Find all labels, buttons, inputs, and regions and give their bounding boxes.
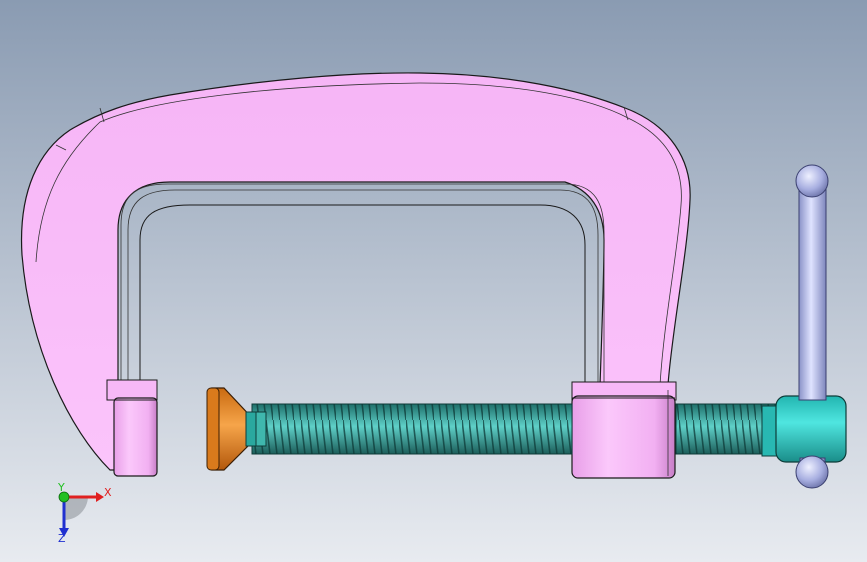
cad-scene[interactable]: X Y Z (0, 0, 867, 562)
screw-boss[interactable] (571, 381, 677, 479)
y-axis-label: Y (57, 481, 65, 494)
threaded-screw[interactable] (251, 403, 777, 455)
screw-handle-hub[interactable] (761, 395, 847, 463)
x-axis-label: X (104, 486, 112, 499)
fixed-jaw[interactable] (106, 379, 158, 477)
z-axis-label: Z (58, 532, 66, 545)
3d-viewport[interactable]: X Y Z (0, 0, 867, 562)
